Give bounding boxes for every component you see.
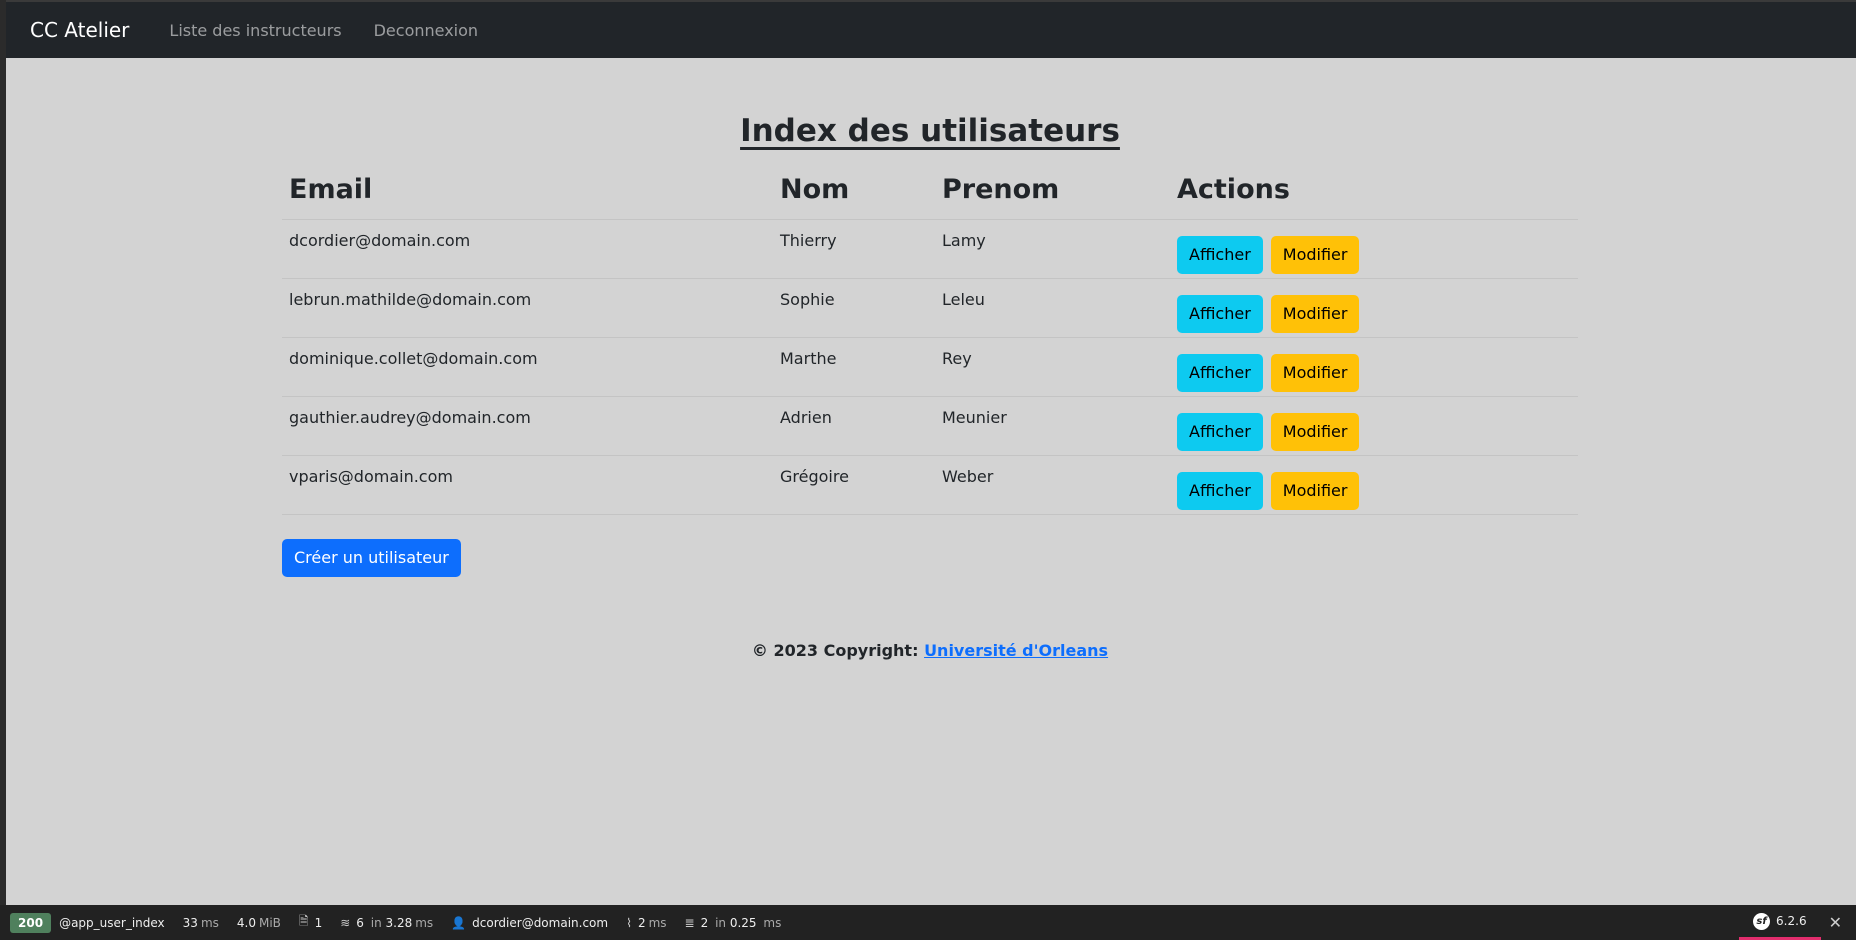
column-header-nom: Nom <box>773 159 935 220</box>
logs-panel[interactable]: 🗎 1 <box>299 912 322 933</box>
column-header-email: Email <box>282 159 773 220</box>
db-unit: ms <box>763 915 782 930</box>
cell-nom: Sophie <box>773 278 935 338</box>
cache-count: 6 <box>356 915 364 930</box>
user-panel[interactable]: 👤 dcordier@domain.com <box>451 916 608 930</box>
footer-copyright: © 2023 Copyright: <box>751 641 919 660</box>
time-value: 33 <box>182 915 198 930</box>
main-content: Index des utilisateurs Email Nom Prenom … <box>282 58 1578 660</box>
memory-value: 4.0 <box>236 915 256 930</box>
edit-button[interactable]: Modifier <box>1270 354 1360 392</box>
layers-icon: ≋ <box>340 915 351 930</box>
cell-email: gauthier.audrey@domain.com <box>282 396 773 456</box>
column-header-actions: Actions <box>1170 159 1578 220</box>
cell-email: vparis@domain.com <box>282 455 773 515</box>
twig-unit: ms <box>648 915 667 930</box>
cell-prenom: Lamy <box>935 219 1170 279</box>
footer: © 2023 Copyright: Université d'Orleans <box>282 641 1578 660</box>
table-header-row: Email Nom Prenom Actions <box>282 159 1578 220</box>
column-header-prenom: Prenom <box>935 159 1170 220</box>
cell-nom: Thierry <box>773 219 935 279</box>
table-row: vparis@domain.com Grégoire Weber Affiche… <box>282 455 1578 515</box>
logs-count: 1 <box>314 915 323 930</box>
db-time: 0.25 <box>729 915 757 930</box>
cell-actions: Afficher Modifier <box>1170 219 1578 279</box>
cell-prenom: Meunier <box>935 396 1170 456</box>
debug-toolbar: 200 @app_user_index 33 ms 4.0 MiB 🗎 1 ≋ 6 in… <box>0 905 1856 940</box>
cell-prenom: Rey <box>935 337 1170 397</box>
memory-usage[interactable]: 4.0 MiB <box>237 916 281 930</box>
cell-actions: Afficher Modifier <box>1170 396 1578 456</box>
nav-link-deconnexion[interactable]: Deconnexion <box>374 21 478 40</box>
cell-actions: Afficher Modifier <box>1170 455 1578 515</box>
twig-panel[interactable]: ⌇ 2 ms <box>626 916 666 930</box>
memory-unit: MiB <box>258 915 281 930</box>
database-panel[interactable]: ≣ 2 in 0.25 ms <box>685 916 782 930</box>
user-email: dcordier@domain.com <box>472 915 609 930</box>
cell-nom: Marthe <box>773 337 935 397</box>
users-table: Email Nom Prenom Actions dcordier@domain… <box>282 159 1578 515</box>
cell-email: dominique.collet@domain.com <box>282 337 773 397</box>
cache-time: 3.28 <box>385 915 413 930</box>
symfony-version-panel[interactable]: sf 6.2.6 <box>1739 905 1821 940</box>
symfony-version: 6.2.6 <box>1776 914 1807 928</box>
cell-prenom: Leleu <box>935 278 1170 338</box>
footer-university-link[interactable]: Université d'Orleans <box>924 641 1108 660</box>
user-icon: 👤 <box>451 915 467 930</box>
table-row: gauthier.audrey@domain.com Adrien Meunie… <box>282 396 1578 456</box>
show-button[interactable]: Afficher <box>1177 413 1263 451</box>
edit-button[interactable]: Modifier <box>1270 236 1360 274</box>
route-text: @app_user_index <box>59 915 165 930</box>
table-row: dcordier@domain.com Thierry Lamy Affiche… <box>282 219 1578 279</box>
create-user-button[interactable]: Créer un utilisateur <box>282 539 461 577</box>
cell-nom: Grégoire <box>773 455 935 515</box>
nav-link-instructeurs[interactable]: Liste des instructeurs <box>169 21 341 40</box>
show-button[interactable]: Afficher <box>1177 236 1263 274</box>
twig-time: 2 <box>637 915 646 930</box>
cell-email: dcordier@domain.com <box>282 219 773 279</box>
cell-email: lebrun.mathilde@domain.com <box>282 278 773 338</box>
time-unit: ms <box>200 915 219 930</box>
close-icon[interactable]: ✕ <box>1829 913 1842 932</box>
table-row: lebrun.mathilde@domain.com Sophie Leleu … <box>282 278 1578 338</box>
window-left-edge <box>0 0 6 905</box>
database-icon: ≣ <box>684 915 695 930</box>
page-title: Index des utilisateurs <box>740 113 1120 149</box>
cache-unit: ms <box>415 915 434 930</box>
cell-nom: Adrien <box>773 396 935 456</box>
cell-actions: Afficher Modifier <box>1170 337 1578 397</box>
table-row: dominique.collet@domain.com Marthe Rey A… <box>282 337 1578 397</box>
show-button[interactable]: Afficher <box>1177 472 1263 510</box>
log-file-icon: 🗎 <box>298 914 309 928</box>
leaf-icon: ⌇ <box>626 915 632 930</box>
navbar-brand[interactable]: CC Atelier <box>30 18 129 42</box>
db-count: 2 <box>700 915 709 930</box>
cache-panel[interactable]: ≋ 6 in 3.28 ms <box>340 916 433 930</box>
edit-button[interactable]: Modifier <box>1270 295 1360 333</box>
request-time[interactable]: 33 ms <box>183 916 219 930</box>
edit-button[interactable]: Modifier <box>1270 413 1360 451</box>
edit-button[interactable]: Modifier <box>1270 472 1360 510</box>
cell-actions: Afficher Modifier <box>1170 278 1578 338</box>
status-badge[interactable]: 200 <box>10 912 52 933</box>
show-button[interactable]: Afficher <box>1177 295 1263 333</box>
cell-prenom: Weber <box>935 455 1170 515</box>
cache-in: in <box>370 915 382 930</box>
db-in: in <box>715 915 727 930</box>
route-name[interactable]: @app_user_index <box>59 916 165 930</box>
navbar: CC Atelier Liste des instructeurs Deconn… <box>6 2 1856 58</box>
show-button[interactable]: Afficher <box>1177 354 1263 392</box>
symfony-logo-icon: sf <box>1753 912 1771 930</box>
